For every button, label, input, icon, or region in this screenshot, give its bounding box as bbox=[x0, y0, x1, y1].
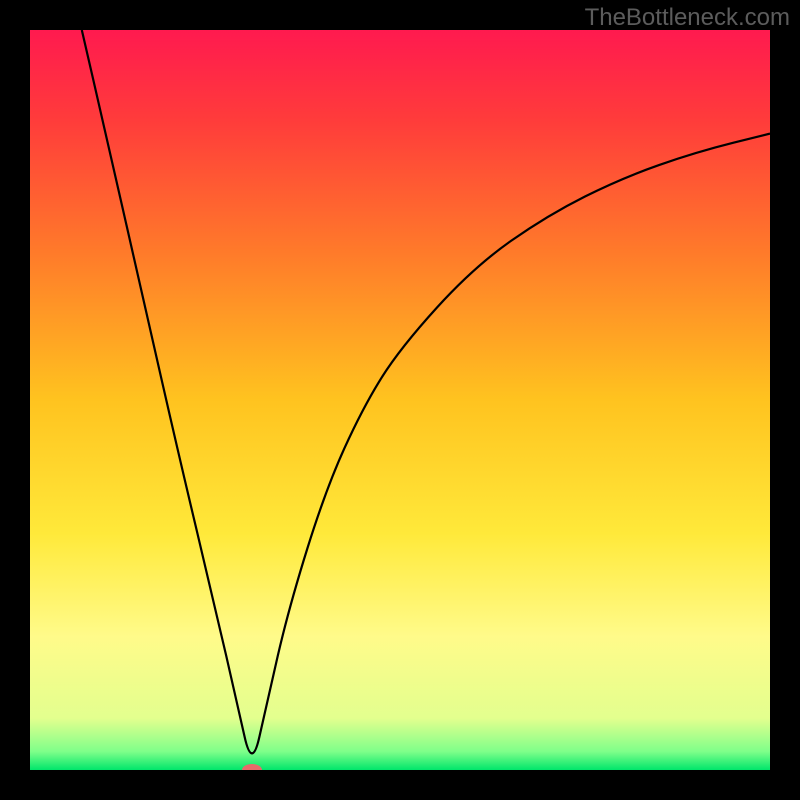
chart-frame: TheBottleneck.com bbox=[0, 0, 800, 800]
bottleneck-chart bbox=[30, 30, 770, 770]
gradient-background bbox=[30, 30, 770, 770]
watermark-text: TheBottleneck.com bbox=[585, 4, 790, 32]
